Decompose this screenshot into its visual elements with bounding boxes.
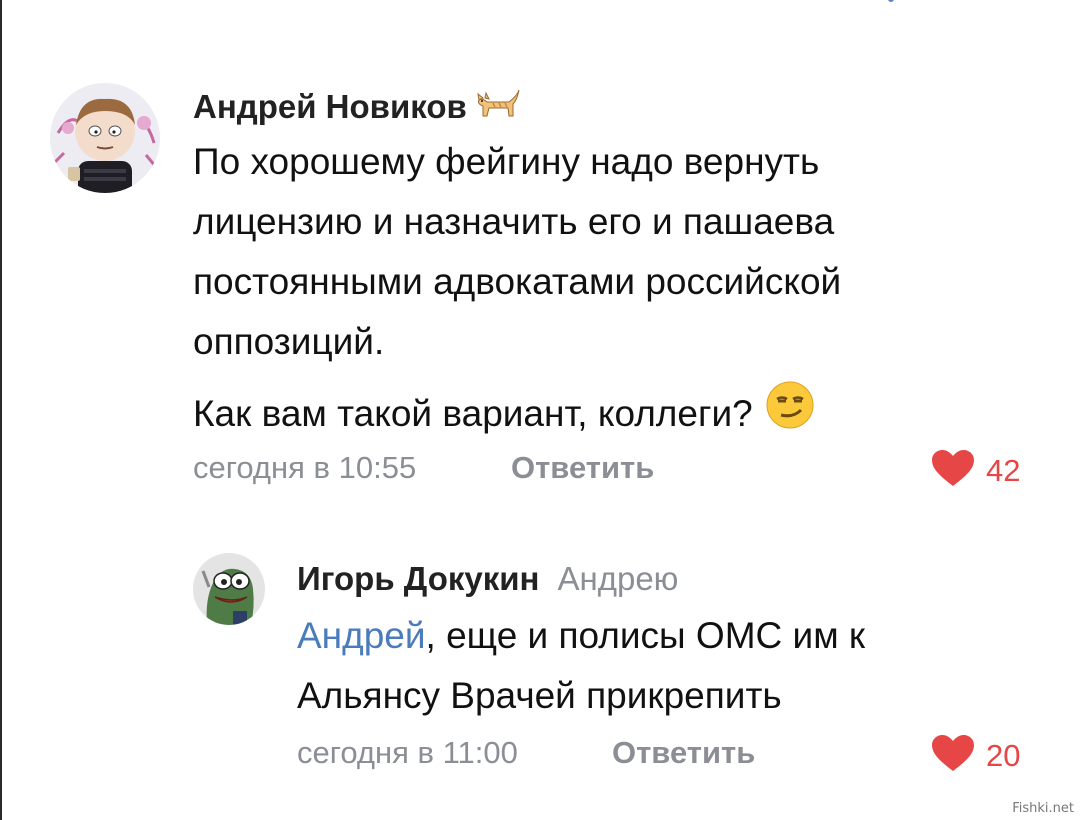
left-edge-divider — [0, 0, 2, 820]
reply-timestamp: сегодня в 11:00 — [297, 735, 518, 770]
reply-text-rest: , еще и полисы ОМС им к — [425, 615, 866, 656]
comment-author[interactable]: Андрей Новиков — [193, 86, 521, 130]
like-button[interactable]: 20 — [930, 733, 1020, 778]
reply-text-line: Альянсу Врачей прикрепить — [297, 675, 782, 716]
smirking-face-icon — [765, 380, 815, 448]
reply-button[interactable]: Ответить — [612, 735, 755, 771]
top-scroll-indicator — [888, 0, 894, 2]
reply-button[interactable]: Ответить — [511, 450, 654, 486]
comment-text-question: Как вам такой вариант, коллеги? — [193, 393, 753, 434]
heart-icon — [930, 448, 976, 493]
reply-to-label[interactable]: Андрею — [557, 560, 678, 597]
like-count: 20 — [986, 737, 1021, 773]
author-name[interactable]: Игорь Докукин — [297, 560, 539, 597]
comment-text-line: постоянными адвокатами российской — [193, 261, 842, 302]
comment-text-line: По хорошему фейгину надо вернуть — [193, 141, 820, 182]
comment-text-line: оппозиций. — [193, 321, 385, 362]
avatar[interactable] — [193, 553, 265, 625]
mention-link[interactable]: Андрей — [297, 615, 426, 656]
like-count: 42 — [986, 452, 1021, 488]
reply-text: Андрей, еще и полисы ОМС им к Альянсу Вр… — [297, 606, 865, 726]
comment-text: По хорошему фейгину надо вернуть лицензи… — [193, 132, 841, 448]
author-name[interactable]: Андрей Новиков — [193, 88, 467, 125]
watermark: Fishki.net — [1012, 801, 1074, 816]
cat-icon — [473, 86, 521, 130]
reply-author[interactable]: Игорь Докукин Андрею — [297, 560, 678, 598]
comment-timestamp: сегодня в 10:55 — [193, 450, 417, 485]
like-button[interactable]: 42 — [930, 448, 1020, 493]
heart-icon — [930, 733, 976, 778]
reply-text-line: Андрей, еще и полисы ОМС им к — [297, 606, 865, 666]
avatar[interactable] — [50, 83, 160, 193]
comment-text-line-last: Как вам такой вариант, коллеги? — [193, 380, 841, 448]
comment-text-line: лицензию и назначить его и пашаева — [193, 201, 835, 242]
